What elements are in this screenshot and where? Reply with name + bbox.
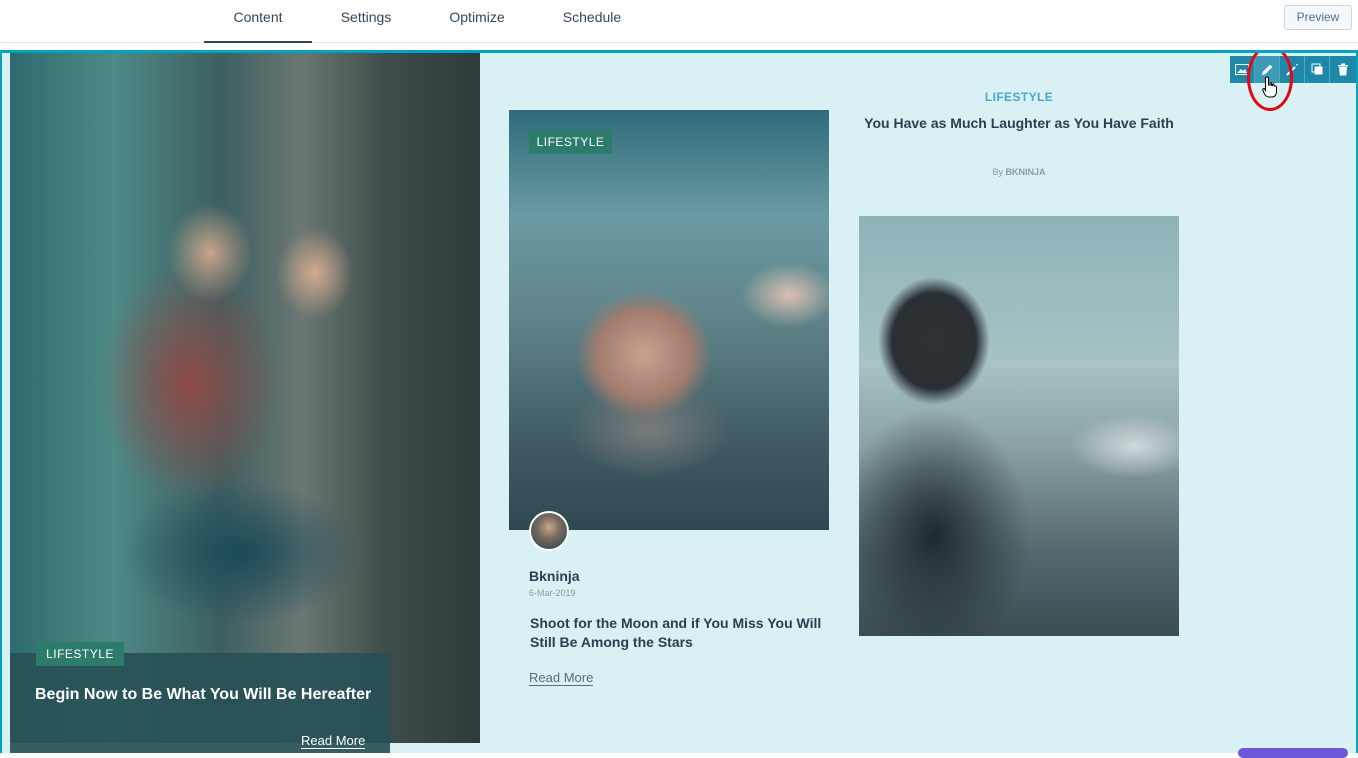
author-avatar bbox=[529, 511, 569, 551]
preview-button[interactable]: Preview bbox=[1284, 5, 1352, 30]
feature-title[interactable]: Begin Now to Be What You Will Be Hereaft… bbox=[35, 686, 371, 704]
editor-top-bar: Content Settings Optimize Schedule Previ… bbox=[0, 0, 1358, 43]
middle-card-author[interactable]: Bkninja bbox=[529, 568, 580, 584]
module-canvas[interactable]: LIFESTYLE Begin Now to Be What You Will … bbox=[0, 50, 1358, 753]
byline-author[interactable]: BKNINJA bbox=[1006, 167, 1046, 177]
right-card-image bbox=[859, 216, 1179, 636]
feature-category-badge[interactable]: LIFESTYLE bbox=[36, 642, 124, 666]
clone-icon[interactable] bbox=[1305, 56, 1330, 83]
right-card-title[interactable]: You Have as Much Laughter as You Have Fa… bbox=[859, 114, 1179, 133]
tab-settings[interactable]: Settings bbox=[325, 0, 407, 43]
feature-read-more-link[interactable]: Read More bbox=[301, 733, 366, 749]
right-card-category[interactable]: LIFESTYLE bbox=[859, 90, 1179, 104]
middle-card-title[interactable]: Shoot for the Moon and if You Miss You W… bbox=[530, 614, 835, 652]
byline-prefix: By bbox=[992, 167, 1003, 177]
middle-card-date: 6-Mar-2019 bbox=[529, 588, 576, 598]
trash-icon[interactable] bbox=[1330, 56, 1355, 83]
tab-optimize[interactable]: Optimize bbox=[432, 0, 522, 43]
hand-cursor-icon bbox=[1262, 76, 1278, 98]
feature-image bbox=[10, 53, 480, 743]
tab-content[interactable]: Content bbox=[204, 0, 312, 43]
chat-launcher[interactable] bbox=[1238, 748, 1348, 758]
middle-card-image: LIFESTYLE bbox=[509, 110, 829, 530]
feature-caption: LIFESTYLE Begin Now to Be What You Will … bbox=[10, 642, 390, 753]
tab-schedule[interactable]: Schedule bbox=[547, 0, 637, 43]
middle-card-read-more-link[interactable]: Read More bbox=[529, 670, 594, 686]
middle-card-category-badge[interactable]: LIFESTYLE bbox=[529, 130, 612, 154]
right-card-byline: By BKNINJA bbox=[859, 167, 1179, 177]
page-gap bbox=[0, 43, 1358, 50]
